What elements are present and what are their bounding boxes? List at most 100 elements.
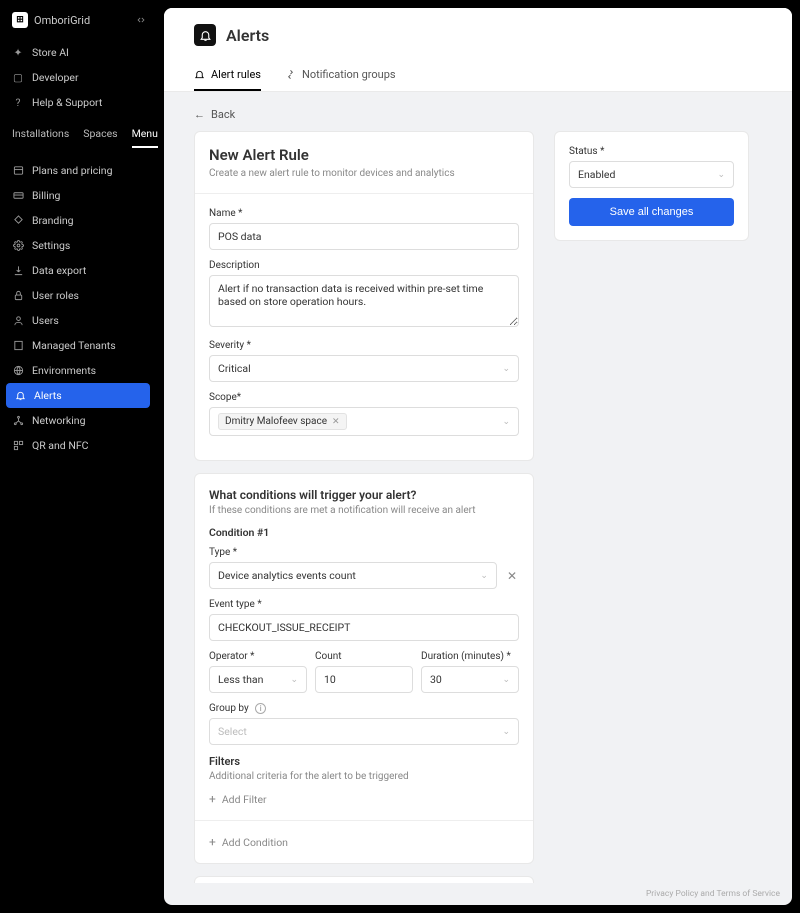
brand-icon: ⊞	[12, 12, 28, 28]
swap-icon[interactable]	[136, 15, 146, 25]
privacy-link[interactable]: Privacy Policy	[646, 889, 698, 899]
menu-qr-nfc[interactable]: QR and NFC	[0, 433, 156, 458]
count-label: Count	[315, 651, 413, 662]
event-type-label: Event type *	[209, 599, 519, 610]
status-select[interactable]: Enabled ⌄	[569, 161, 734, 188]
info-icon[interactable]: i	[255, 703, 266, 714]
duration-select[interactable]: 30 ⌄	[421, 666, 519, 693]
form-title: New Alert Rule	[209, 146, 519, 164]
sparkle-icon: ✦	[12, 47, 24, 59]
brand-name: OmboriGrid	[34, 14, 90, 27]
divider	[195, 193, 533, 194]
page-title: Alerts	[226, 26, 269, 45]
menu-user-roles[interactable]: User roles	[0, 283, 156, 308]
operator-select[interactable]: Less than ⌄	[209, 666, 307, 693]
menu-users[interactable]: Users	[0, 308, 156, 333]
chevron-down-icon: ⌄	[717, 170, 725, 180]
user-icon	[12, 315, 24, 327]
plus-icon: +	[209, 835, 216, 849]
menu-branding[interactable]: Branding	[0, 208, 156, 233]
desc-input[interactable]: Alert if no transaction data is received…	[209, 275, 519, 327]
conditions-subtitle: If these conditions are met a notificati…	[209, 505, 519, 516]
globe-icon	[12, 365, 24, 377]
filters-subtitle: Additional criteria for the alert to be …	[209, 771, 519, 782]
header-bell-icon	[194, 24, 216, 46]
plus-icon: +	[209, 792, 216, 806]
tab-spaces[interactable]: Spaces	[83, 121, 117, 148]
filters-title: Filters	[209, 755, 519, 768]
remove-tag-icon[interactable]: ✕	[332, 417, 340, 427]
menu-environments[interactable]: Environments	[0, 358, 156, 383]
groupby-select[interactable]: Select ⌄	[209, 718, 519, 745]
menu-data-export[interactable]: Data export	[0, 258, 156, 283]
terms-link[interactable]: Terms of Service	[716, 889, 780, 899]
bell-icon	[14, 390, 26, 402]
remove-condition-icon[interactable]: ✕	[505, 569, 519, 583]
save-button[interactable]: Save all changes	[569, 198, 734, 226]
count-input[interactable]	[315, 666, 413, 693]
scope-tag: Dmitry Malofeev space ✕	[218, 413, 347, 430]
terminal-icon: ▢	[12, 72, 24, 84]
add-filter-button[interactable]: + Add Filter	[209, 792, 519, 806]
add-condition-button[interactable]: + Add Condition	[209, 835, 519, 849]
network-icon	[12, 415, 24, 427]
chevron-down-icon: ⌄	[290, 675, 298, 685]
status-card: Status * Enabled ⌄ Save all changes	[554, 131, 749, 241]
chevron-down-icon: ⌄	[480, 571, 488, 581]
operator-label: Operator *	[209, 651, 307, 662]
subtab-notification-groups[interactable]: Notification groups	[285, 60, 396, 91]
menu-alerts[interactable]: Alerts	[6, 383, 150, 408]
menu-section: Plans and pricing Billing Branding Setti…	[0, 158, 156, 458]
chevron-down-icon: ⌄	[502, 364, 510, 374]
card-icon	[12, 190, 24, 202]
tab-menu[interactable]: Menu	[132, 121, 158, 148]
menu-networking[interactable]: Networking	[0, 408, 156, 433]
event-type-input[interactable]	[209, 614, 519, 641]
help-icon: ?	[12, 97, 24, 109]
menu-tenants[interactable]: Managed Tenants	[0, 333, 156, 358]
type-select[interactable]: Device analytics events count ⌄	[209, 562, 497, 589]
nav-developer[interactable]: ▢Developer	[0, 65, 156, 90]
qr-icon	[12, 440, 24, 452]
name-input[interactable]	[209, 223, 519, 250]
tab-installations[interactable]: Installations	[12, 121, 69, 148]
brush-icon	[12, 215, 24, 227]
conditions-card: What conditions will trigger your alert?…	[194, 473, 534, 864]
chevron-down-icon: ⌄	[502, 675, 510, 685]
conditions-title: What conditions will trigger your alert?	[209, 488, 519, 502]
top-nav: ✦Store AI ▢Developer ?Help & Support	[0, 40, 156, 115]
arrows-icon	[285, 69, 296, 80]
nav-store-ai[interactable]: ✦Store AI	[0, 40, 156, 65]
sidebar: ⊞ OmboriGrid ✦Store AI ▢Developer ?Help …	[0, 0, 156, 913]
lock-icon	[12, 290, 24, 302]
desc-label: Description	[209, 260, 519, 271]
rule-details-card: New Alert Rule Create a new alert rule t…	[194, 131, 534, 461]
actions-card: Actions Action #1 Dmitry Malofeev ⌄ ✕	[194, 876, 534, 883]
menu-plans[interactable]: Plans and pricing	[0, 158, 156, 183]
condition-1-label: Condition #1	[209, 526, 519, 539]
scope-label: Scope*	[209, 392, 519, 403]
arrow-left-icon: ←	[194, 108, 205, 121]
name-label: Name *	[209, 208, 519, 219]
download-icon	[12, 265, 24, 277]
brand-row: ⊞ OmboriGrid	[0, 8, 156, 40]
duration-label: Duration (minutes) *	[421, 651, 519, 662]
building-icon	[12, 340, 24, 352]
subtabs: Alert rules Notification groups	[194, 60, 762, 91]
back-link[interactable]: ← Back	[194, 108, 762, 121]
menu-settings[interactable]: Settings	[0, 233, 156, 258]
list-icon	[12, 165, 24, 177]
severity-label: Severity *	[209, 340, 519, 351]
main: Alerts Alert rules Notification groups ←…	[164, 8, 792, 905]
status-label: Status *	[569, 146, 734, 157]
nav-help[interactable]: ?Help & Support	[0, 90, 156, 115]
type-label: Type *	[209, 547, 519, 558]
severity-select[interactable]: Critical ⌄	[209, 355, 519, 382]
bell-small-icon	[194, 69, 205, 80]
chevron-down-icon: ⌄	[502, 417, 510, 427]
form-subtitle: Create a new alert rule to monitor devic…	[209, 168, 519, 179]
scope-select[interactable]: Dmitry Malofeev space ✕ ⌄	[209, 407, 519, 436]
subtab-alert-rules[interactable]: Alert rules	[194, 60, 261, 91]
chevron-down-icon: ⌄	[502, 727, 510, 737]
menu-billing[interactable]: Billing	[0, 183, 156, 208]
